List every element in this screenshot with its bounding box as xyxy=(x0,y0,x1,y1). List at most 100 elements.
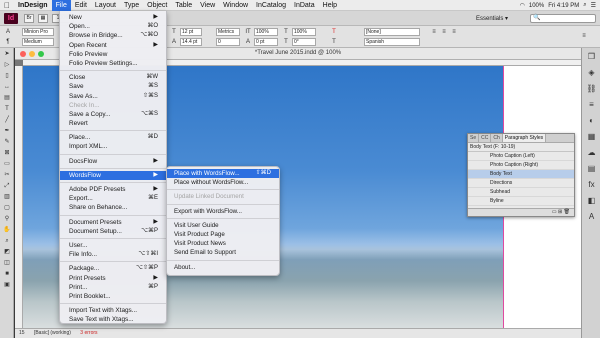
effects-panel-icon[interactable]: fx xyxy=(583,178,600,192)
rectangle-frame-tool-icon[interactable]: ⊠ xyxy=(1,148,13,158)
align-right-icon[interactable]: ≡ xyxy=(450,28,458,36)
menu-item-print[interactable]: Print... ⌘P xyxy=(60,283,166,292)
para-mode-icon[interactable]: ¶ xyxy=(4,38,12,46)
pages-panel-icon[interactable]: ❒ xyxy=(583,50,600,64)
new-group-icon[interactable]: ▭ xyxy=(552,209,557,215)
char-mode-icon[interactable]: A xyxy=(4,28,12,36)
formatting-affects-icon[interactable]: ◫ xyxy=(1,258,13,268)
screen-mode-icon[interactable]: ▣ xyxy=(1,280,13,290)
menu-item-save-a-copy[interactable]: Save a Copy... ⌥⌘S xyxy=(60,110,166,119)
menu-item-visit-user-guide[interactable]: Visit User Guide xyxy=(167,221,279,230)
style-item[interactable]: Directions xyxy=(468,179,574,188)
page-tool-icon[interactable]: ▯ xyxy=(1,71,13,81)
menu-type[interactable]: Type xyxy=(120,0,143,11)
stroke-panel-icon[interactable]: ≡ xyxy=(583,98,600,112)
menu-item-revert[interactable]: Revert xyxy=(60,119,166,128)
font-family-field[interactable]: Minion Pro xyxy=(22,28,54,36)
menu-app-name[interactable]: InDesign xyxy=(14,0,52,11)
menu-item-share-on-behance[interactable]: Share on Behance... xyxy=(60,203,166,212)
links-panel-icon[interactable]: ⛓ xyxy=(583,82,600,96)
language-field[interactable]: Spanish xyxy=(364,38,420,46)
apply-color-icon[interactable]: ■ xyxy=(1,269,13,279)
bridge-icon[interactable]: Br xyxy=(24,14,34,23)
free-transform-tool-icon[interactable]: ⤢ xyxy=(1,181,13,191)
menu-file[interactable]: File xyxy=(51,0,71,11)
menu-item-open-recent[interactable]: Open Recent ▶ xyxy=(60,41,166,50)
menu-layout[interactable]: Layout xyxy=(91,0,120,11)
gap-tool-icon[interactable]: ↔ xyxy=(1,82,13,92)
color-panel-icon[interactable]: ◐ xyxy=(583,114,600,128)
character-styles-icon[interactable]: A xyxy=(583,210,600,224)
vertical-scale-field[interactable]: 100% xyxy=(254,28,278,36)
font-size-field[interactable]: 12 pt xyxy=(180,28,202,36)
menu-view[interactable]: View xyxy=(196,0,219,11)
menu-edit[interactable]: Edit xyxy=(71,0,91,11)
apple-icon[interactable]:  xyxy=(0,1,14,10)
menu-item-folio-preview[interactable]: Folio Preview xyxy=(60,50,166,59)
panel-menu-icon[interactable]: ≡ xyxy=(580,32,588,40)
rectangle-tool-icon[interactable]: ▭ xyxy=(1,159,13,169)
fill-stroke-swatch[interactable]: ◩ xyxy=(1,247,13,257)
zoom-tool-icon[interactable]: ⌕ xyxy=(1,236,13,246)
tab-cc-libraries[interactable]: CC xyxy=(479,134,492,142)
menu-item-user[interactable]: User... xyxy=(60,241,166,250)
menu-item-document-presets[interactable]: Document Presets ▶ xyxy=(60,218,166,227)
menu-item-send-email-to-support[interactable]: Send Email to Support xyxy=(167,248,279,257)
menu-item-visit-product-page[interactable]: Visit Product Page xyxy=(167,230,279,239)
tracking-field[interactable]: 0 xyxy=(216,38,240,46)
menu-item-browse-in-bridge[interactable]: Browse in Bridge... ⌥⌘O xyxy=(60,31,166,40)
eyedropper-tool-icon[interactable]: ⚲ xyxy=(1,214,13,224)
menu-item-adobe-pdf-presets[interactable]: Adobe PDF Presets ▶ xyxy=(60,185,166,194)
menu-item-folio-preview-settings[interactable]: Folio Preview Settings... xyxy=(60,59,166,68)
menu-item-place[interactable]: Place... ⌘D xyxy=(60,133,166,142)
wifi-icon[interactable]: ◠ xyxy=(520,2,525,9)
search-input[interactable]: 🔍 xyxy=(530,14,596,23)
selection-tool-icon[interactable]: ➤ xyxy=(1,49,13,59)
layers-panel-icon[interactable]: ◈ xyxy=(583,66,600,80)
menu-item-file-info[interactable]: File Info... ⌥⇧⌘I xyxy=(60,250,166,259)
menu-indata[interactable]: InData xyxy=(290,0,319,11)
swatches-panel-icon[interactable]: ▦ xyxy=(583,130,600,144)
line-tool-icon[interactable]: ╱ xyxy=(1,115,13,125)
menu-item-print-booklet[interactable]: Print Booklet... xyxy=(60,292,166,301)
tab-swatches[interactable]: Se xyxy=(468,134,480,142)
menu-item-place-with-wordsflow[interactable]: Place with WordsFlow... ⇧⌘D xyxy=(167,169,279,179)
gradient-tool-icon[interactable]: ▥ xyxy=(1,192,13,202)
content-collector-icon[interactable]: ▤ xyxy=(1,93,13,103)
menu-item-package[interactable]: Package... ⌥⇧⌘P xyxy=(60,264,166,273)
style-item[interactable]: Photo Caption (Right) xyxy=(468,161,574,170)
clock[interactable]: Fri 4:19 PM xyxy=(548,3,579,9)
cc-libraries-icon[interactable]: ☁ xyxy=(583,146,600,160)
style-item[interactable]: Byline xyxy=(468,197,574,206)
notifications-icon[interactable]: ☰ xyxy=(591,2,596,9)
note-tool-icon[interactable]: ▢ xyxy=(1,203,13,213)
stroke-color-icon[interactable]: T xyxy=(330,38,338,46)
menu-item-about[interactable]: About... xyxy=(167,263,279,272)
view-options-icon[interactable]: ▦ xyxy=(38,14,48,23)
menu-incatalog[interactable]: InCatalog xyxy=(252,0,290,11)
style-item-selected[interactable]: Body Text xyxy=(468,170,574,179)
menu-item-new[interactable]: New ▶ xyxy=(60,13,166,22)
baseline-shift-field[interactable]: 0 pt xyxy=(254,38,278,46)
menu-help[interactable]: Help xyxy=(319,0,341,11)
type-tool-icon[interactable]: T xyxy=(1,104,13,114)
menu-item-visit-product-news[interactable]: Visit Product News xyxy=(167,239,279,248)
style-item[interactable]: Subhead xyxy=(468,188,574,197)
page-number-field[interactable]: 15 xyxy=(19,330,25,336)
new-style-icon[interactable]: ⊞ xyxy=(558,209,562,215)
menu-window[interactable]: Window xyxy=(219,0,252,11)
kerning-field[interactable]: Metrics xyxy=(216,28,240,36)
menu-item-docsflow[interactable]: DocsFlow ▶ xyxy=(60,157,166,166)
tab-character-styles[interactable]: Ch xyxy=(491,134,503,142)
menu-item-print-presets[interactable]: Print Presets ▶ xyxy=(60,274,166,283)
menu-item-export-with-wordsflow[interactable]: Export with WordsFlow... xyxy=(167,207,279,216)
character-style-field[interactable]: [None] xyxy=(364,28,420,36)
status-style[interactable]: [Basic] (working) xyxy=(34,330,71,336)
menu-table[interactable]: Table xyxy=(171,0,196,11)
menu-item-place-without-wordsflow[interactable]: Place without WordsFlow... xyxy=(167,178,279,187)
menu-item-wordsflow[interactable]: WordsFlow ▶ xyxy=(60,170,166,180)
pencil-tool-icon[interactable]: ✎ xyxy=(1,137,13,147)
skew-field[interactable]: 0° xyxy=(292,38,316,46)
align-center-icon[interactable]: ≡ xyxy=(440,28,448,36)
text-wrap-icon[interactable]: ▤ xyxy=(583,162,600,176)
